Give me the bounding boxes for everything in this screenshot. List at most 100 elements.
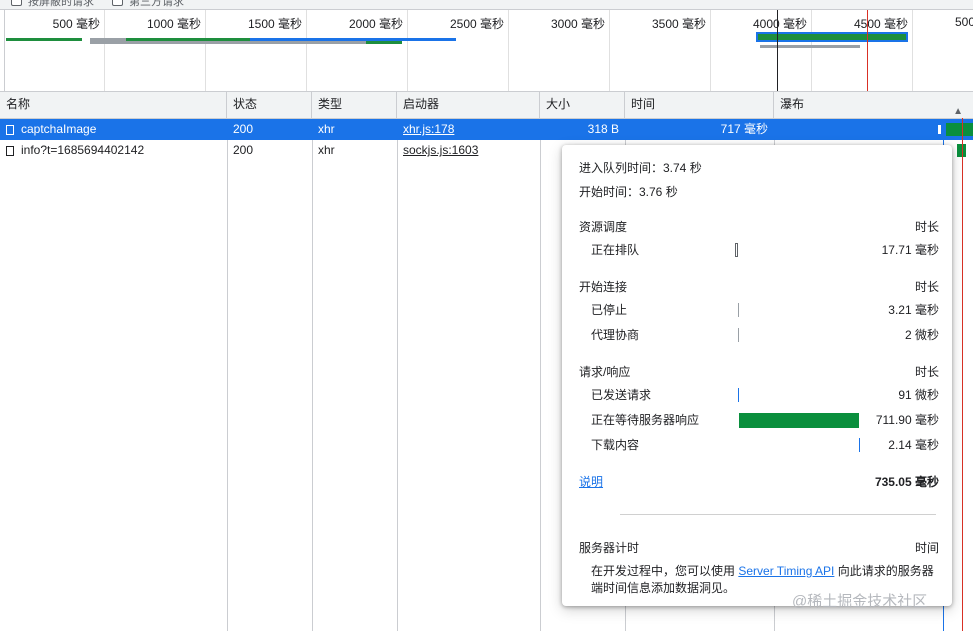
proxy-bar [738, 328, 739, 342]
initiator-link[interactable]: sockjs.js:1603 [403, 143, 478, 157]
third-party-label: 第三方请求 [129, 0, 184, 8]
overview-selected-range[interactable] [756, 32, 908, 42]
tick-label: 2000 毫秒 [348, 17, 403, 31]
column-header-time[interactable]: 时间 [625, 92, 774, 118]
started-at-text: 开始时间：3.76 秒 [579, 185, 678, 199]
server-timing-time-label: 时间 [914, 541, 939, 555]
document-icon [6, 125, 14, 135]
third-party-checkbox[interactable] [112, 0, 123, 6]
tick-label: 500 [955, 15, 973, 29]
overview-dom-content-loaded-marker [777, 10, 778, 91]
duration-label: 时长 [914, 365, 939, 379]
tick-label: 500 毫秒 [52, 17, 100, 31]
tick-line [407, 10, 408, 91]
overview-load-marker [867, 10, 868, 91]
column-header-initiator[interactable]: 启动器 [397, 92, 540, 118]
stalled-bar [738, 303, 739, 317]
table-row[interactable]: captchaImage 200 xhr xhr.js:178 318 B 71… [0, 119, 973, 140]
tick-label: 3000 毫秒 [550, 17, 605, 31]
server-timing-api-link[interactable]: Server Timing API [738, 564, 834, 578]
overview-timeline[interactable]: 500 毫秒 1000 毫秒 1500 毫秒 2000 毫秒 2500 毫秒 3… [0, 10, 973, 92]
timing-row-stalled: 已停止 3.21 毫秒 [591, 301, 939, 319]
timing-row-value: 3.21 毫秒 [888, 303, 939, 317]
timing-row-waiting: 正在等待服务器响应 711.90 毫秒 [591, 411, 939, 429]
server-timing-text-before: 在开发过程中，您可以使用 [591, 564, 739, 578]
popover-divider [620, 514, 936, 515]
initiator-link[interactable]: xhr.js:178 [403, 122, 454, 136]
waterfall-queue-segment [938, 125, 941, 134]
server-timing-header: 服务器计时 时间 [579, 539, 939, 556]
row-name: info?t=1685694402142 [21, 143, 145, 157]
timing-row-proxy: 代理协商 2 微秒 [591, 326, 939, 344]
tick-label: 1000 毫秒 [146, 17, 201, 31]
row-status: 200 [233, 143, 254, 157]
total-row: 说明 735.05 毫秒 [579, 473, 939, 490]
explanation-link[interactable]: 说明 [579, 475, 603, 489]
total-duration: 735.05 毫秒 [874, 475, 939, 489]
request-sent-bar [738, 388, 739, 402]
column-header-waterfall-label: 瀑布 [780, 97, 805, 111]
timing-row-label: 正在等待服务器响应 [591, 413, 700, 427]
tick-label: 2500 毫秒 [449, 17, 504, 31]
tick-line [306, 10, 307, 91]
timing-row-download: 下载内容 2.14 毫秒 [591, 436, 939, 454]
column-divider [397, 118, 398, 631]
scheduling-section-header: 资源调度 时长 [579, 218, 939, 235]
row-time: 717 毫秒 [720, 122, 768, 136]
overview-request-bar [6, 38, 82, 41]
request-title: 请求/响应 [579, 365, 631, 379]
server-timing-title: 服务器计时 [579, 541, 640, 555]
timing-row-label: 已停止 [591, 303, 628, 317]
filter-strip: 按屏蔽的请求 第三方请求 [0, 0, 973, 10]
queued-at-text: 进入队列时间：3.74 秒 [579, 161, 702, 175]
column-divider [227, 118, 228, 631]
overview-request-bar [90, 41, 250, 44]
overview-request-bar [760, 45, 860, 48]
row-initiator-cell: sockjs.js:1603 [397, 140, 540, 161]
connection-title: 开始连接 [579, 280, 628, 294]
timing-row-value: 2 微秒 [904, 328, 939, 342]
column-header-name[interactable]: 名称 [0, 92, 227, 118]
tick-line [508, 10, 509, 91]
row-initiator-cell: xhr.js:178 [397, 119, 540, 140]
tick-line [811, 10, 812, 91]
row-waterfall[interactable] [774, 119, 973, 140]
blocked-requests-checkbox[interactable] [11, 0, 22, 6]
row-name: captchaImage [21, 122, 97, 136]
scheduling-title: 资源调度 [579, 220, 628, 234]
request-table-header: 名称 状态 类型 启动器 大小 时间 瀑布 ▲ [0, 92, 973, 119]
tick-line [710, 10, 711, 91]
tick-line [609, 10, 610, 91]
overview-request-bar [366, 41, 402, 44]
connection-section-header: 开始连接 时长 [579, 278, 939, 295]
timing-row-value: 711.90 毫秒 [875, 413, 939, 427]
timing-row-request-sent: 已发送请求 91 微秒 [591, 386, 939, 404]
row-name-cell[interactable]: info?t=1685694402142 [0, 140, 227, 161]
row-size: 318 B [587, 122, 619, 136]
download-bar [859, 438, 860, 452]
tick-label: 4000 毫秒 [752, 17, 807, 31]
timing-row-queueing: 正在排队 17.71 毫秒 [591, 241, 939, 259]
column-header-type[interactable]: 类型 [312, 92, 397, 118]
timing-row-label: 已发送请求 [591, 388, 652, 402]
tick-label: 1500 毫秒 [247, 17, 302, 31]
overview-left-edge [4, 10, 5, 91]
waterfall-load-line [962, 118, 963, 631]
waterfall-waiting-segment [946, 123, 973, 136]
row-type: xhr [318, 122, 335, 136]
row-name-cell[interactable]: captchaImage [0, 119, 227, 140]
timing-row-value: 2.14 毫秒 [888, 438, 939, 452]
timing-row-label: 下载内容 [591, 438, 640, 452]
column-header-size[interactable]: 大小 [540, 92, 625, 118]
tick-line [104, 10, 105, 91]
tick-line [912, 10, 913, 91]
row-type: xhr [318, 143, 335, 157]
waiting-bar [739, 413, 859, 428]
tick-label: 3500 毫秒 [651, 17, 706, 31]
timing-row-value: 91 微秒 [898, 388, 939, 402]
timing-popover: 进入队列时间：3.74 秒 开始时间：3.76 秒 资源调度 时长 正在排队 1… [562, 145, 952, 606]
column-header-status[interactable]: 状态 [227, 92, 312, 118]
duration-label: 时长 [914, 220, 939, 234]
column-header-waterfall[interactable]: 瀑布 ▲ [774, 92, 973, 118]
tick-line [205, 10, 206, 91]
